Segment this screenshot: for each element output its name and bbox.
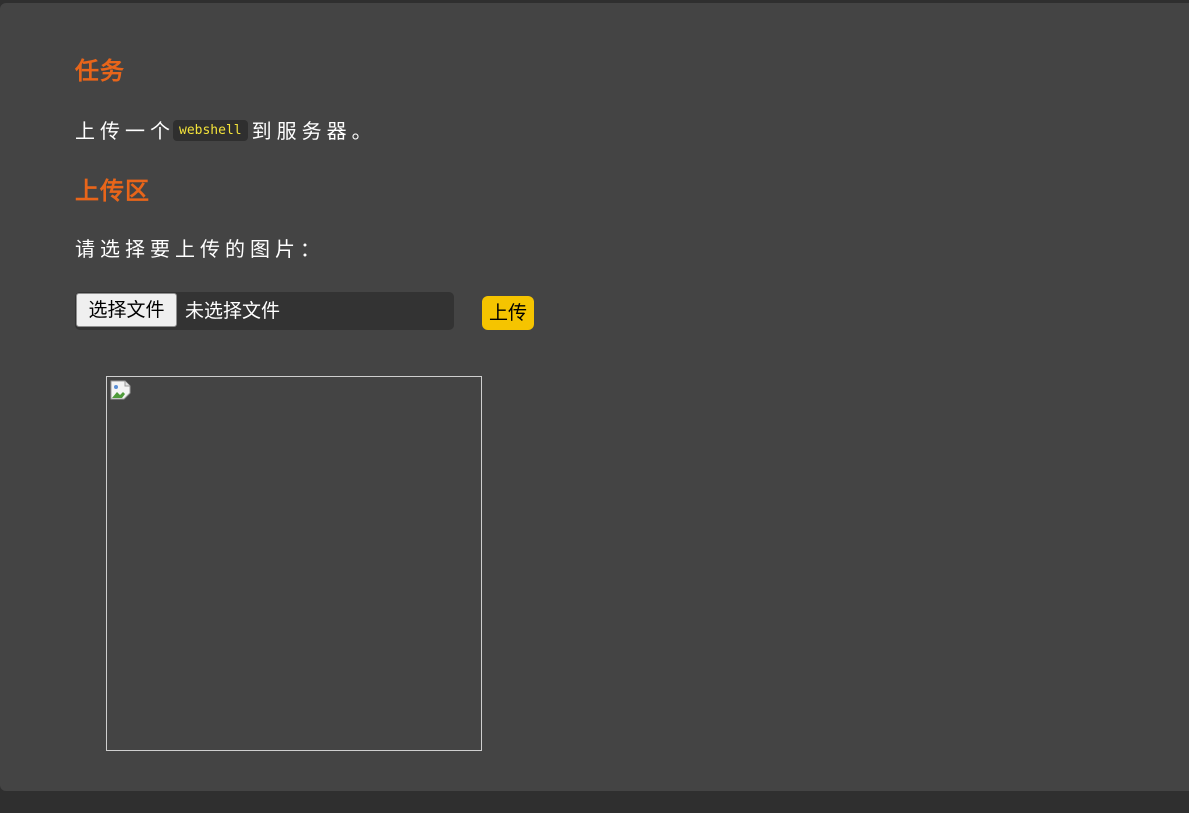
task-text-after: 到服务器。 <box>251 119 377 143</box>
task-heading: 任务 <box>75 57 125 85</box>
upload-heading: 上传区 <box>75 177 150 205</box>
choose-file-button[interactable]: 选择文件 <box>76 293 177 327</box>
webshell-code: webshell <box>173 120 248 141</box>
task-text-before: 上传一个 <box>75 119 175 143</box>
upload-prompt: 请选择要上传的图片： <box>75 237 325 261</box>
upload-button[interactable]: 上传 <box>482 296 534 330</box>
file-input[interactable]: 选择文件 未选择文件 <box>75 292 454 330</box>
broken-image-icon <box>110 380 132 402</box>
image-preview <box>106 376 482 751</box>
task-description: 上传一个 webshell 到服务器。 <box>75 115 377 144</box>
file-status-text: 未选择文件 <box>185 300 281 322</box>
